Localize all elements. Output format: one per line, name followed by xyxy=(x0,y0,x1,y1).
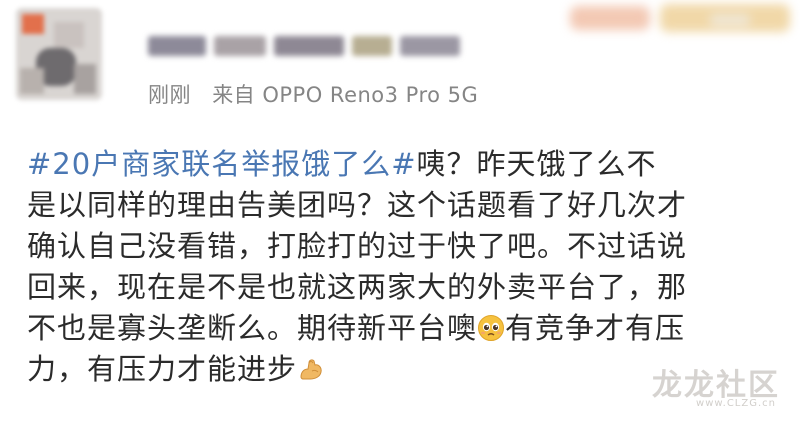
content-line: #20户商家联名举报饿了么#咦？昨天饿了么不 xyxy=(27,144,777,185)
pleading-face-icon xyxy=(477,312,505,341)
content-text: 力，有压力才能进步 xyxy=(27,352,298,386)
content-text: 不也是寡头垄断么。期待新平台噢 xyxy=(27,311,478,345)
flexed-biceps-icon xyxy=(297,353,325,381)
post-time: 刚刚 xyxy=(148,83,191,107)
blurred-badge xyxy=(560,0,800,40)
content-line: 不也是寡头垄断么。期待新平台噢 有竞争才有压 xyxy=(27,308,777,349)
content-text: 有竞争才有压 xyxy=(505,311,686,345)
post-content: #20户商家联名举报饿了么#咦？昨天饿了么不 是以同样的理由告美团吗？这个话题看… xyxy=(27,144,777,390)
content-line: 是以同样的理由告美团吗？这个话题看了好几次才 xyxy=(27,188,688,222)
weibo-post-card: 刚刚 来自 OPPO Reno3 Pro 5G #20户商家联名举报饿了么#咦？… xyxy=(0,0,800,430)
content-line: 回来，现在是不是也就这两家大的外卖平台了，那 xyxy=(27,270,688,304)
username-blurred[interactable] xyxy=(148,32,488,60)
hashtag-link[interactable]: #20户商家联名举报饿了么# xyxy=(27,147,417,181)
post-source: 来自 OPPO Reno3 Pro 5G xyxy=(212,83,479,107)
watermark-url: www.CLZG.cn xyxy=(696,398,776,409)
content-line: 确认自己没看错，打脸打的过于快了吧。不过话说 xyxy=(27,229,688,263)
avatar[interactable] xyxy=(16,8,102,100)
post-meta: 刚刚 来自 OPPO Reno3 Pro 5G xyxy=(148,79,478,109)
site-watermark: 龙龙社区 www.CLZG.cn xyxy=(626,360,786,420)
content-text: 咦？昨天饿了么不 xyxy=(416,147,657,181)
